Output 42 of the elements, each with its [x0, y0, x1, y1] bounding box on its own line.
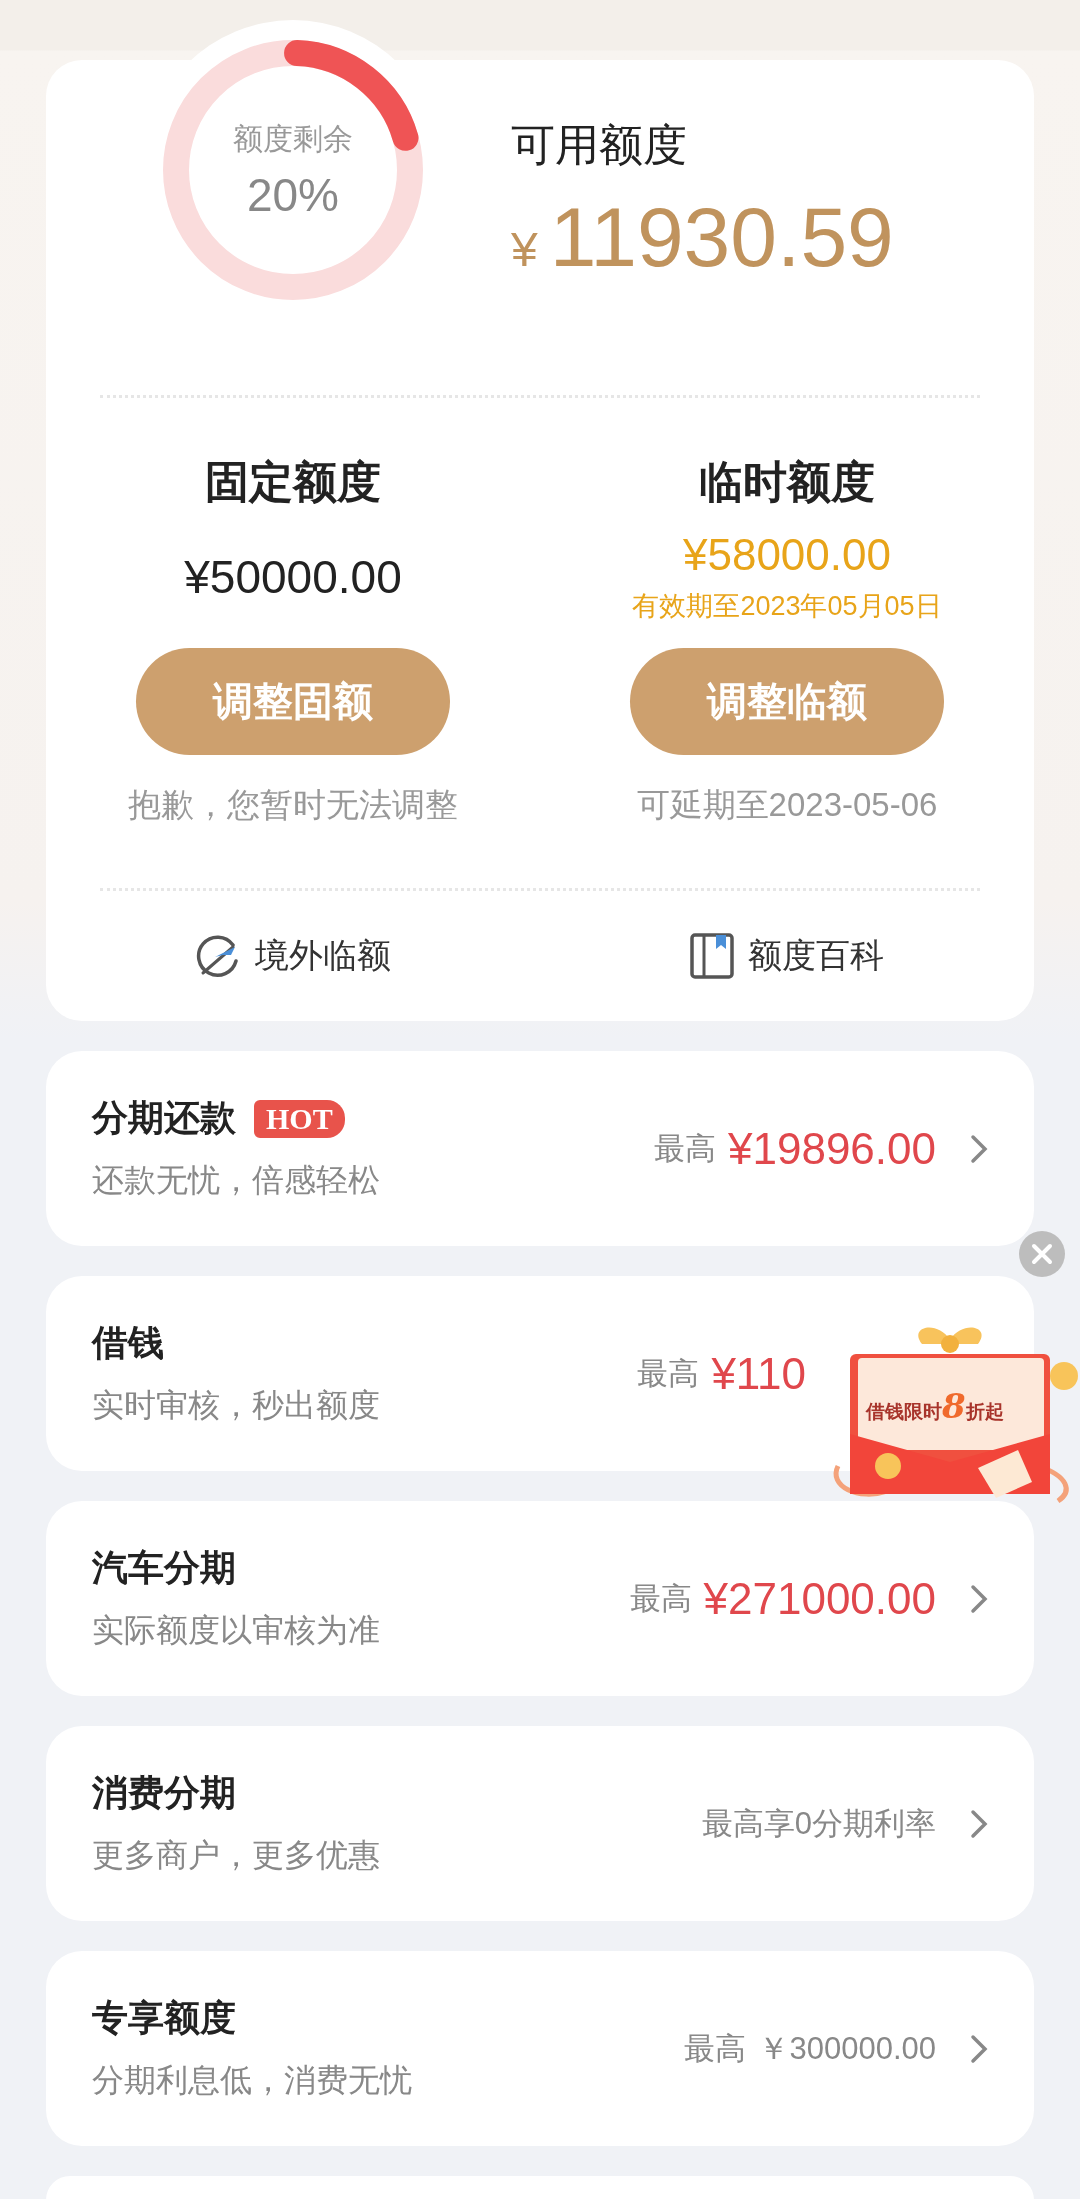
promo-text: 借钱限时8折起 — [866, 1386, 1004, 1426]
ring-label: 额度剩余 — [233, 120, 353, 157]
service-title: 专享额度 — [92, 1996, 236, 2040]
offer-amount: ¥19896.00 — [728, 1123, 936, 1174]
service-title: 借钱 — [92, 1321, 164, 1365]
close-icon — [1031, 1243, 1053, 1265]
currency-sign: ¥ — [511, 222, 538, 277]
limit-title: 临时额度 — [699, 456, 875, 508]
limit-amount: ¥58000.00 — [683, 530, 891, 580]
service-card[interactable]: 汽车分期 实际额度以审核为准 最高 ¥271000.00 — [46, 1501, 1034, 1696]
offer-amount: ￥300000.00 — [758, 2029, 936, 2068]
limit-title: 固定额度 — [205, 456, 381, 508]
shortcut-link[interactable]: 额度百科 — [748, 933, 884, 979]
validity-text: 有效期至2023年05月05日 — [632, 590, 942, 623]
service-title: 消费分期 — [92, 1771, 236, 1815]
service-card[interactable]: 消费分期 更多商户，更多优惠 最高享0分期利率 — [46, 1726, 1034, 1921]
available-label: 可用额度 — [511, 119, 687, 171]
globe-plane-icon — [195, 933, 241, 979]
available-amount: 11930.59 — [549, 189, 894, 286]
offer-amount: ¥110 — [711, 1348, 806, 1399]
service-title: 汽车分期 — [92, 1546, 236, 1590]
service-subtitle: 分期利息低，消费无忧 — [92, 2061, 412, 2100]
service-card[interactable]: 专享额度 分期利息低，消费无忧 最高 ￥300000.00 — [46, 1951, 1034, 2146]
book-icon — [690, 933, 734, 979]
note-text: 可延期至2023-05-06 — [636, 785, 938, 825]
offer-amount: 最高享0分期利率 — [701, 1804, 936, 1843]
remaining-percent: 20% — [246, 167, 340, 222]
service-card[interactable]: 分期还款 HOT 还款无忧，倍感轻松 最高 ¥19896.00 — [46, 1051, 1034, 1246]
service-subtitle: 还款无忧，倍感轻松 — [92, 1161, 380, 1200]
hot-badge: HOT — [254, 1099, 345, 1138]
max-label: 最高 — [629, 1579, 692, 1618]
service-subtitle: 实际额度以审核为准 — [92, 1611, 380, 1650]
shortcut-link[interactable]: 境外临额 — [255, 933, 391, 979]
service-subtitle: 实时审核，秒出额度 — [92, 1386, 380, 1425]
max-label: 最高 — [684, 2029, 747, 2068]
service-subtitle: 更多商户，更多优惠 — [92, 1836, 380, 1875]
limit-amount: ¥50000.00 — [184, 550, 402, 604]
offer-amount: ¥271000.00 — [703, 1573, 936, 1624]
note-text: 抱歉，您暂时无法调整 — [128, 785, 458, 825]
max-label: 最高 — [654, 1129, 716, 1168]
service-title: 分期还款 — [92, 1096, 236, 1140]
max-label: 最高 — [637, 1354, 700, 1393]
